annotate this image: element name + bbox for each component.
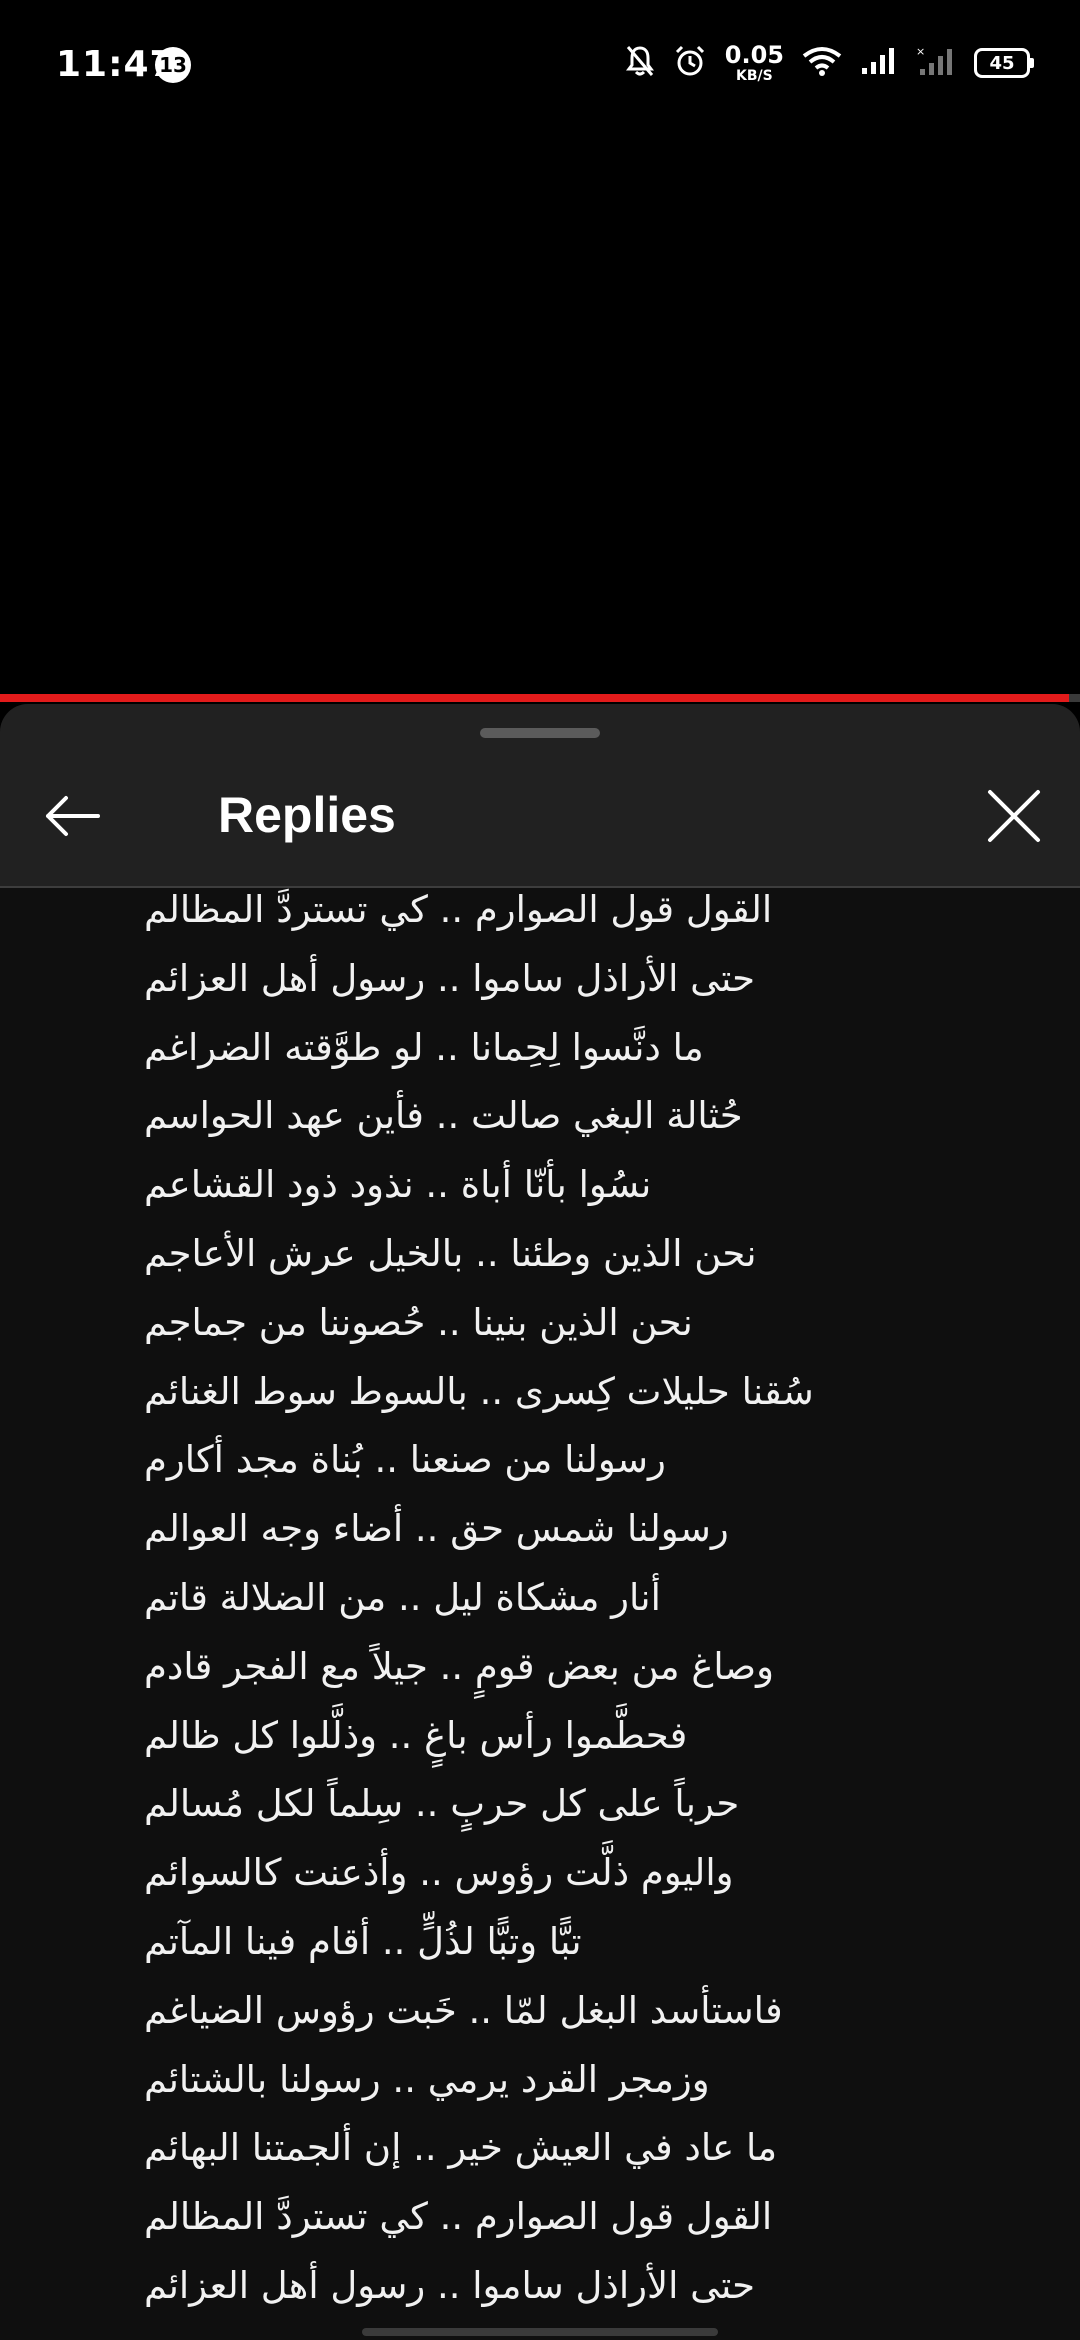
reply-line: القول قول الصوارم .. كي تستردَّ المظالم bbox=[0, 2183, 1080, 2252]
reply-line: ما دنَّسوا لِحِمانا .. لو طوَّقته الضراغ… bbox=[0, 1014, 1080, 1083]
wifi-icon bbox=[802, 46, 842, 80]
reply-line-text: تبًّا وتبًّا لذُلٍّ .. أقام فينا المآتم bbox=[144, 1919, 582, 1963]
reply-line-text: حُثالة البغي صالت .. فأين عهد الحواسم bbox=[144, 1094, 743, 1138]
reply-line-text: القول قول الصوارم .. كي تستردَّ المظالم bbox=[144, 888, 773, 931]
reply-text: القول قول الصوارم .. كي تستردَّ المظالم ح… bbox=[0, 888, 1080, 2340]
reply-line: رسولنا من صنعنا .. بُناة مجد أكارم bbox=[0, 1426, 1080, 1495]
reply-line-text: سُقنا حليلات كِسرى .. بالسوط سوط الغنائم bbox=[144, 1369, 814, 1413]
no-signal-sim2-icon: × bbox=[916, 45, 956, 81]
home-indicator[interactable] bbox=[362, 2328, 718, 2336]
reply-lines-list: القول قول الصوارم .. كي تستردَّ المظالم ح… bbox=[0, 888, 1080, 2321]
reply-line-text: نحن الذين بنينا .. حُصوننا من جماجم bbox=[144, 1300, 693, 1344]
svg-text:×: × bbox=[916, 45, 925, 58]
reply-line: رسولنا شمس حق .. أضاء وجه العوالم bbox=[0, 1495, 1080, 1564]
reply-line: حرباً على كل حربٍ .. سِلماً لكل مُسالم bbox=[0, 1770, 1080, 1839]
reply-line-text: حتى الأراذل ساموا .. رسول أهل العزائم bbox=[144, 956, 756, 1000]
reply-line: أنار مشكاة ليل .. من الضلالة قاتم bbox=[0, 1564, 1080, 1633]
reply-line: وزمجر القرد يرمي .. رسولنا بالشتائم bbox=[0, 2046, 1080, 2115]
video-progress-bar[interactable] bbox=[0, 694, 1080, 702]
status-icons: 0.05 KB/S × 45 bbox=[625, 38, 1034, 88]
reply-line: نسُوا بأنّا أباة .. نذود ذود القشاعم bbox=[0, 1151, 1080, 1220]
reply-line-text: حرباً على كل حربٍ .. سِلماً لكل مُسالم bbox=[144, 1782, 740, 1826]
reply-line-text: نحن الذين وطئنا .. بالخيل عرش الأعاجم bbox=[144, 1231, 757, 1275]
reply-line-text: حتى الأراذل ساموا .. رسول أهل العزائم bbox=[144, 2263, 756, 2307]
reply-line-text: فاستأسد البغل لمّا .. خَبت رؤوس الضياغم bbox=[144, 1988, 783, 2032]
arrow-left-icon bbox=[46, 796, 100, 836]
reply-line-text: وصاغ من بعض قومٍ .. جيلاً مع الفجر قادم bbox=[144, 1644, 774, 1688]
reply-line: وصاغ من بعض قومٍ .. جيلاً مع الفجر قادم bbox=[0, 1633, 1080, 1702]
reply-line-text: نسُوا بأنّا أباة .. نذود ذود القشاعم bbox=[144, 1163, 652, 1207]
close-button[interactable] bbox=[978, 780, 1050, 852]
reply-line-text: ما عاد في العيش خير .. إن ألجمتنا البهائ… bbox=[144, 2126, 778, 2170]
signal-strength-icon bbox=[860, 46, 898, 80]
reply-line-text: واليوم ذلَّت رؤوس .. وأذعنت كالسوائم bbox=[144, 1851, 734, 1895]
reply-line: حُثالة البغي صالت .. فأين عهد الحواسم bbox=[0, 1082, 1080, 1151]
reply-line-text: أنار مشكاة ليل .. من الضلالة قاتم bbox=[144, 1575, 661, 1619]
status-bar: 11:47 13 0.05 KB/S × 45 bbox=[0, 0, 1080, 130]
battery-level: 45 bbox=[989, 52, 1015, 74]
reply-line-text: رسولنا شمس حق .. أضاء وجه العوالم bbox=[144, 1507, 729, 1551]
reply-line-text: وزمجر القرد يرمي .. رسولنا بالشتائم bbox=[144, 2057, 710, 2101]
reply-line-text: ما دنَّسوا لِحِمانا .. لو طوَّقته الضراغ… bbox=[144, 1025, 704, 1069]
network-speed-unit: KB/S bbox=[736, 68, 773, 84]
replies-panel: Replies القول قول الصوارم .. كي تستردَّ … bbox=[0, 704, 1080, 2340]
reply-line: فاستأسد البغل لمّا .. خَبت رؤوس الضياغم bbox=[0, 1977, 1080, 2046]
video-player[interactable] bbox=[0, 130, 1080, 698]
network-speed: 0.05 KB/S bbox=[725, 43, 784, 83]
notification-count-badge: 13 bbox=[155, 47, 191, 83]
reply-line: نحن الذين وطئنا .. بالخيل عرش الأعاجم bbox=[0, 1220, 1080, 1289]
reply-line-text: رسولنا من صنعنا .. بُناة مجد أكارم bbox=[144, 1438, 666, 1482]
reply-line: تبًّا وتبًّا لذُلٍّ .. أقام فينا المآتم bbox=[0, 1908, 1080, 1977]
replies-header: Replies bbox=[0, 704, 1080, 888]
reply-line: القول قول الصوارم .. كي تستردَّ المظالم bbox=[0, 888, 1080, 945]
reply-line-text: القول قول الصوارم .. كي تستردَّ المظالم bbox=[144, 2195, 773, 2239]
network-speed-value: 0.05 bbox=[724, 41, 784, 69]
reply-line-text: فحطَّموا رأس باغٍ .. وذلَّلوا كل ظالم bbox=[144, 1713, 688, 1757]
reply-line: واليوم ذلَّت رؤوس .. وأذعنت كالسوائم bbox=[0, 1839, 1080, 1908]
close-icon bbox=[988, 790, 1040, 842]
mute-bell-icon bbox=[625, 44, 655, 82]
panel-title: Replies bbox=[218, 787, 396, 843]
back-button[interactable] bbox=[36, 780, 108, 852]
alarm-icon bbox=[673, 44, 707, 82]
reply-line: نحن الذين بنينا .. حُصوننا من جماجم bbox=[0, 1289, 1080, 1358]
reply-line: حتى الأراذل ساموا .. رسول أهل العزائم bbox=[0, 2252, 1080, 2321]
drag-handle[interactable] bbox=[480, 728, 600, 738]
reply-line: فحطَّموا رأس باغٍ .. وذلَّلوا كل ظالم bbox=[0, 1702, 1080, 1771]
battery-icon: 45 bbox=[974, 48, 1034, 78]
reply-line: حتى الأراذل ساموا .. رسول أهل العزائم bbox=[0, 945, 1080, 1014]
reply-line: ما عاد في العيش خير .. إن ألجمتنا البهائ… bbox=[0, 2114, 1080, 2183]
video-progress-fill bbox=[0, 694, 1070, 702]
reply-line: سُقنا حليلات كِسرى .. بالسوط سوط الغنائم bbox=[0, 1358, 1080, 1427]
